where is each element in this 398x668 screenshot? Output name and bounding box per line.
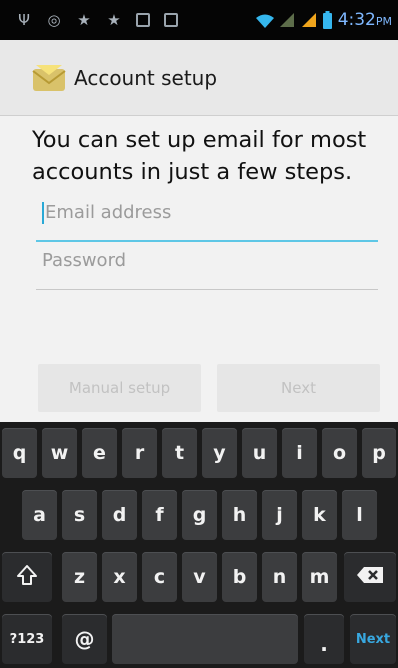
star-icon: ★ [77, 11, 91, 29]
backspace-icon [356, 566, 384, 588]
next-button[interactable]: Next [217, 364, 380, 412]
key-s[interactable]: s [62, 490, 97, 540]
key-q[interactable]: q [2, 428, 37, 478]
title-bar: Account setup [0, 40, 398, 116]
key-r[interactable]: r [122, 428, 157, 478]
app-icon [136, 13, 150, 27]
keyboard-row-2: a s d f g h j k l [0, 490, 398, 540]
key-m[interactable]: m [302, 552, 337, 602]
key-v[interactable]: v [182, 552, 217, 602]
account-setup-form: You can set up email for most accounts i… [0, 116, 398, 422]
key-f[interactable]: f [142, 490, 177, 540]
status-bar: Ψ ◎ ★ ★ 4:32PM [0, 0, 398, 40]
key-e[interactable]: e [82, 428, 117, 478]
keyboard-row-4: ?123 @ . Next [0, 614, 398, 664]
key-i[interactable]: i [282, 428, 317, 478]
key-z[interactable]: z [62, 552, 97, 602]
key-p[interactable]: p [362, 428, 396, 478]
at-key[interactable]: @ [62, 614, 107, 664]
password-field[interactable]: Password [36, 246, 378, 290]
key-x[interactable]: x [102, 552, 137, 602]
space-key[interactable] [112, 614, 298, 664]
key-n[interactable]: n [262, 552, 297, 602]
app-icon [164, 13, 178, 27]
key-c[interactable]: c [142, 552, 177, 602]
key-w[interactable]: w [42, 428, 77, 478]
email-placeholder: Email address [45, 202, 172, 223]
battery-icon [322, 11, 332, 29]
keyboard-row-3: z x c v b n m [0, 552, 398, 602]
shift-icon [16, 564, 38, 590]
keyboard-row-1: q w e r t y u i o p [0, 428, 398, 478]
envelope-icon [32, 63, 66, 93]
key-j[interactable]: j [262, 490, 297, 540]
soft-keyboard: q w e r t y u i o p a s d f g h j k l z … [0, 422, 398, 668]
key-b[interactable]: b [222, 552, 257, 602]
shift-key[interactable] [2, 552, 52, 602]
usb-icon: Ψ [18, 11, 30, 29]
wifi-icon [255, 13, 274, 28]
star-icon: ★ [107, 11, 121, 29]
key-d[interactable]: d [102, 490, 137, 540]
key-l[interactable]: l [342, 490, 377, 540]
delete-key[interactable] [344, 552, 396, 602]
key-o[interactable]: o [322, 428, 357, 478]
next-key[interactable]: Next [350, 614, 396, 664]
action-buttons: Manual setup Next [38, 364, 380, 412]
password-placeholder: Password [42, 250, 127, 271]
notification-icons: Ψ ◎ ★ ★ [16, 11, 178, 29]
key-a[interactable]: a [22, 490, 57, 540]
page-title: Account setup [74, 65, 218, 90]
key-t[interactable]: t [162, 428, 197, 478]
system-icons: 4:32PM [255, 10, 392, 30]
period-key[interactable]: . [304, 614, 344, 664]
manual-setup-button[interactable]: Manual setup [38, 364, 201, 412]
key-y[interactable]: y [202, 428, 237, 478]
signal-sim1-icon [279, 12, 295, 28]
key-h[interactable]: h [222, 490, 257, 540]
intro-text: You can set up email for most accounts i… [32, 127, 367, 185]
key-g[interactable]: g [182, 490, 217, 540]
key-u[interactable]: u [242, 428, 277, 478]
text-cursor [42, 202, 44, 224]
clock: 4:32PM [337, 10, 392, 30]
signal-sim2-icon [301, 12, 317, 28]
symbols-key[interactable]: ?123 [2, 614, 52, 664]
settings-icon: ◎ [47, 11, 61, 29]
key-k[interactable]: k [302, 490, 337, 540]
email-field[interactable]: Email address [36, 198, 378, 242]
